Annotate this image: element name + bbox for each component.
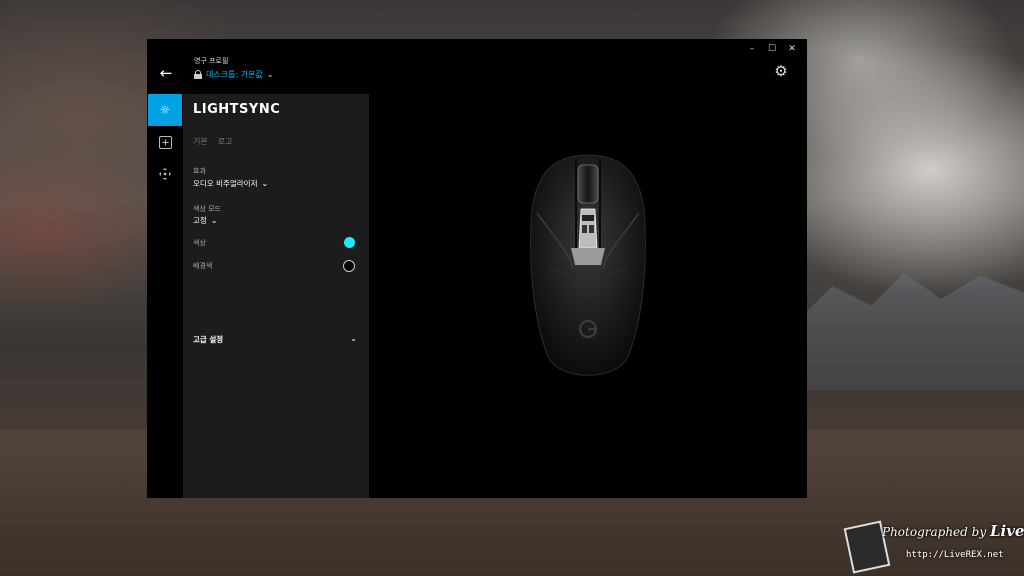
watermark-signature-prefix: Photographed by xyxy=(882,525,987,539)
tab-basic[interactable]: 기본 xyxy=(193,136,208,147)
feature-rail: ☼ xyxy=(148,94,182,190)
background-color-row: 배경색 xyxy=(193,260,355,272)
effect-value: 오디오 비주얼라이저 xyxy=(193,179,258,188)
watermark-signature: Photographed by LiveREX xyxy=(882,522,1024,540)
window-controls: – ☐ ✕ xyxy=(743,42,801,56)
assignments-icon[interactable] xyxy=(148,126,182,158)
tab-bar: 기본 로고 xyxy=(193,136,232,147)
tab-logo[interactable]: 로고 xyxy=(218,136,233,147)
color-mode-dropdown[interactable]: 고정 ⌄ xyxy=(193,215,218,226)
settings-panel: LIGHTSYNC 기본 로고 효과 오디오 비주얼라이저 ⌄ 색상 모드 고정… xyxy=(183,94,369,498)
background-color-swatch[interactable] xyxy=(343,260,355,272)
advanced-settings-toggle[interactable]: 고급 설정 ⌄ xyxy=(193,334,357,345)
lighting-icon[interactable]: ☼ xyxy=(148,94,182,126)
color-swatch[interactable] xyxy=(344,237,355,248)
color-row: 색상 xyxy=(193,237,355,248)
chevron-down-icon: ⌄ xyxy=(261,179,269,188)
photographer-watermark: Photographed by LiveREX http://LiveREX.n… xyxy=(843,518,1024,574)
chevron-down-icon[interactable]: ⌄ xyxy=(267,70,274,79)
watermark-url: http://LiveREX.net xyxy=(906,550,1004,560)
effect-label: 효과 xyxy=(193,167,206,175)
color-mode-label: 색상 모드 xyxy=(193,205,221,213)
color-mode-value: 고정 xyxy=(193,216,207,225)
chevron-down-icon: ⌄ xyxy=(210,216,218,225)
app-window: – ☐ ✕ ← 영구 프로필 데스크톱: 기본값 ⌄ ⚙ ☼ LIGHTSYNC… xyxy=(147,39,807,498)
maximize-button[interactable]: ☐ xyxy=(763,42,781,56)
chevron-down-icon: ⌄ xyxy=(350,334,357,343)
watermark-signature-name: LiveREX xyxy=(989,522,1024,540)
background-color-label: 배경색 xyxy=(193,262,213,270)
effect-dropdown[interactable]: 오디오 비주얼라이저 ⌄ xyxy=(193,178,268,189)
dpi-icon[interactable] xyxy=(148,158,182,190)
profile-row[interactable]: 데스크톱: 기본값 ⌄ xyxy=(194,69,273,80)
minimize-button[interactable]: – xyxy=(743,42,761,56)
mouse-device-image xyxy=(530,154,646,376)
gear-icon[interactable]: ⚙ xyxy=(772,62,790,80)
advanced-settings-label: 고급 설정 xyxy=(193,335,224,344)
profile-name[interactable]: 데스크톱: 기본값 xyxy=(206,69,263,80)
close-button[interactable]: ✕ xyxy=(783,42,801,56)
color-label: 색상 xyxy=(193,238,206,247)
profile-selector[interactable]: 영구 프로필 데스크톱: 기본값 ⌄ xyxy=(194,56,273,80)
back-arrow-icon[interactable]: ← xyxy=(156,64,176,82)
lock-icon xyxy=(194,70,202,79)
panel-title: LIGHTSYNC xyxy=(193,102,281,117)
profile-title: 영구 프로필 xyxy=(194,57,229,65)
